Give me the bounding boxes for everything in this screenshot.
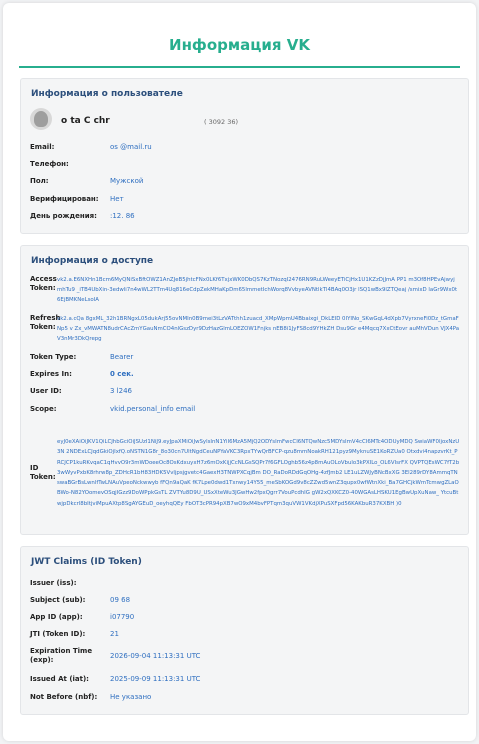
nbf-row: Not Before (nbf): Не указано — [30, 693, 460, 702]
user-info-card: Информация о пользователе o ta C chr ( 3… — [20, 78, 469, 234]
user-id-value: 3 l246 — [110, 387, 132, 395]
phone-row: Телефон: — [30, 160, 460, 169]
jti-row: JTI (Token ID): 21 — [30, 630, 460, 639]
token-type-row: Token Type: Bearer — [30, 353, 460, 362]
gender-value: Мужской — [110, 177, 144, 185]
sub-row: Subject (sub): 09 68 — [30, 596, 460, 605]
expires-value: 0 сек. — [110, 370, 134, 378]
refresh-token-value[interactable]: vk2.a.cQa 8gxML_32h1BRNgxL05dukArj55ovNM… — [57, 314, 460, 345]
scope-row: Scope: vkid.personal_info email — [30, 405, 460, 414]
gender-label: Пол: — [30, 177, 49, 185]
token-type-label: Token Type: — [30, 353, 77, 361]
exp-value: 2026-09-04 11:13:31 UTC — [110, 652, 201, 660]
iss-label: Issuer (iss): — [30, 579, 77, 587]
verified-label: Верифицирован: — [30, 195, 99, 203]
token-type-value: Bearer — [110, 353, 134, 361]
birthday-value: :12. 86 — [110, 212, 135, 220]
exp-row: Expiration Time (exp): 2026-09-04 11:13:… — [30, 647, 460, 665]
refresh-token-label: Refresh Token: — [30, 314, 61, 331]
phone-label: Телефон: — [30, 160, 69, 168]
exp-label: Expiration Time (exp): — [30, 647, 93, 664]
id-token-label: ID Token: — [30, 464, 56, 481]
jti-label: JTI (Token ID): — [30, 630, 86, 638]
nbf-value: Не указано — [110, 693, 152, 701]
title-divider — [19, 66, 460, 68]
email-value[interactable]: os @mail.ru — [110, 143, 152, 152]
id-token-row: ID Token: eyJ0eXAiOiJKV1QiLCJhbGciOiJSUz… — [30, 421, 460, 525]
expires-row: Expires In: 0 сек. — [30, 370, 460, 379]
app-row: App ID (app): i07790 — [30, 613, 460, 622]
access-token-value[interactable]: vk2.a.E6NXHn1Bcm6MyQNiSxBftOWZ1AnZJeB5jh… — [57, 275, 460, 306]
expires-label: Expires In: — [30, 370, 72, 378]
iat-row: Issued At (iat): 2025-09-09 11:13:31 UTC — [30, 675, 460, 684]
verified-row: Верифицирован: Нет — [30, 195, 460, 204]
iat-label: Issued At (iat): — [30, 675, 89, 683]
access-token-row: Access Token: vk2.a.E6NXHn1Bcm6MyQNiSxBf… — [30, 275, 460, 306]
access-info-card: Информация о доступе Access Token: vk2.a… — [20, 245, 469, 535]
birthday-row: День рождения: :12. 86 — [30, 212, 460, 221]
email-label: Email: — [30, 143, 55, 151]
verified-value: Нет — [110, 195, 124, 203]
user-id-label: User ID: — [30, 387, 62, 395]
scope-value: vkid.personal_info email — [110, 405, 196, 413]
page-title: Информация VK — [169, 36, 310, 54]
email-row: Email: os @mail.ru — [30, 143, 460, 152]
jwt-heading: JWT Claims (ID Token) — [31, 557, 142, 567]
app-label: App ID (app): — [30, 613, 83, 621]
sub-label: Subject (sub): — [30, 596, 86, 604]
scope-label: Scope: — [30, 405, 57, 413]
vk-info-page: Информация VK Информация о пользователе … — [3, 3, 476, 741]
access-info-heading: Информация о доступе — [31, 256, 154, 266]
birthday-label: День рождения: — [30, 212, 97, 220]
id-token-value[interactable]: eyJ0eXAiOiJKV1QiLCJhbGciOiJSUzI1NiJ9.eyJ… — [57, 437, 460, 508]
sub-value: 09 68 — [110, 596, 131, 604]
jwt-claims-card: JWT Claims (ID Token) Issuer (iss): Subj… — [20, 546, 469, 715]
iss-row: Issuer (iss): — [30, 579, 460, 588]
refresh-token-row: Refresh Token: vk2.a.cQa 8gxML_32h1BRNgx… — [30, 314, 460, 345]
access-token-label: Access Token: — [30, 275, 57, 292]
avatar — [30, 108, 52, 130]
jti-value: 21 — [110, 630, 119, 638]
nbf-label: Not Before (nbf): — [30, 693, 98, 701]
user-id: ( 3092 36) — [204, 118, 239, 126]
iat-value: 2025-09-09 11:13:31 UTC — [110, 675, 201, 683]
user-info-heading: Информация о пользователе — [31, 89, 183, 99]
user-id-row: User ID: 3 l246 — [30, 387, 460, 396]
user-name: o ta C chr — [61, 116, 110, 126]
app-value: i07790 — [110, 613, 135, 621]
gender-row: Пол: Мужской — [30, 177, 460, 186]
